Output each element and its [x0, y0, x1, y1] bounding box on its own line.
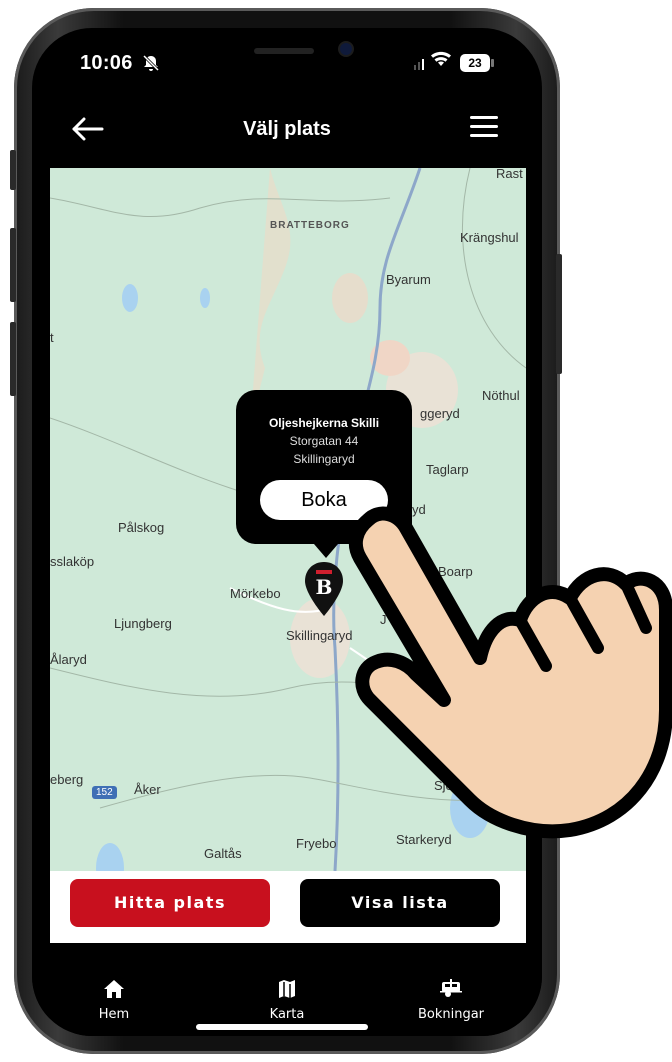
visa-lista-button[interactable]: Visa lista [300, 879, 500, 927]
map-label: eberg [50, 772, 84, 787]
tab-bokningar[interactable]: Bokningar [406, 979, 496, 1022]
map-icon [252, 979, 322, 1003]
map-label: BRATTEBORG [270, 220, 350, 231]
camera-icon [340, 43, 352, 55]
hamburger-menu-icon[interactable] [470, 116, 498, 140]
hitta-plats-button[interactable]: Hitta plats [70, 879, 270, 927]
map-label: sslaköp [50, 554, 95, 569]
speaker [254, 48, 314, 54]
popup-title: Oljeshejkerna Skilli [268, 416, 380, 430]
home-icon [84, 979, 144, 1003]
map-label: Pålskog [118, 520, 165, 535]
map-label: ggeryd [420, 406, 460, 421]
wifi-icon [430, 50, 452, 73]
signal-icon [412, 56, 428, 70]
map-label: Rast [496, 168, 523, 181]
phone-volume-down [10, 322, 16, 396]
pointing-hand-icon [348, 506, 672, 839]
phone-side-button [10, 150, 16, 190]
map-label: Ålaryd [50, 652, 87, 667]
map-label: t [50, 330, 54, 345]
tab-karta[interactable]: Karta [252, 979, 322, 1022]
bottom-action-bar: Hitta plats Visa lista [50, 871, 526, 943]
map-label: Taglarp [426, 462, 469, 477]
map-label: Krängshul [460, 230, 519, 245]
map-label: Åker [134, 782, 161, 797]
tab-bar: Hem Karta Bokningar [32, 943, 542, 1036]
popup-city: Skillingaryd [293, 452, 355, 466]
tab-label: Hem [98, 1007, 130, 1022]
map-label: Byarum [386, 272, 431, 287]
status-time: 10:06 [80, 52, 133, 74]
battery-icon: 23 [460, 54, 494, 72]
caravan-icon [406, 979, 496, 1003]
page-title: Välj plats [243, 118, 331, 140]
map-label: Galtås [204, 846, 242, 861]
map-label: Nöthul [482, 388, 520, 403]
tab-label: Bokningar [417, 1007, 485, 1022]
bell-muted-icon [142, 54, 160, 77]
home-indicator [196, 1024, 368, 1030]
phone-volume-up [10, 228, 16, 302]
phone-power-button [556, 254, 562, 374]
app-header: Välj plats [32, 100, 542, 168]
status-bar: 10:06 23 [32, 28, 542, 100]
tab-label: Karta [269, 1007, 305, 1022]
popup-street: Storgatan 44 [289, 434, 359, 448]
map-label: Ljungberg [114, 616, 172, 631]
tab-hem[interactable]: Hem [84, 979, 144, 1022]
map-label: Mörkebo [230, 586, 281, 601]
route-badge: 152 [92, 786, 117, 799]
